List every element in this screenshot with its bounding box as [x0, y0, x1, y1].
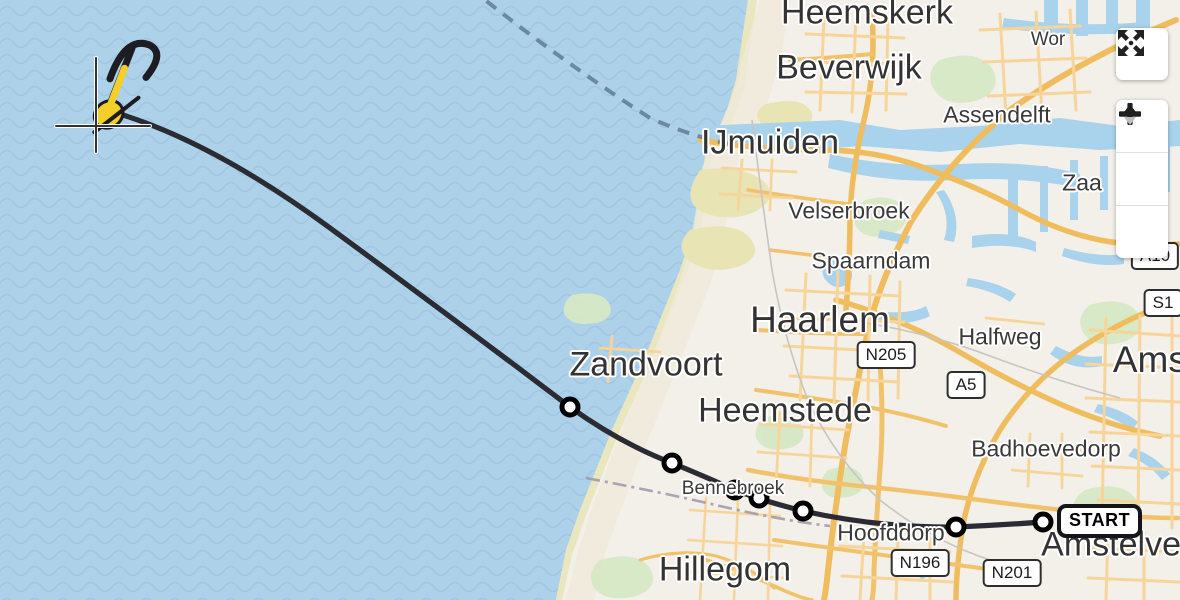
zoom-control-group[interactable] — [1116, 100, 1168, 258]
road-shield: A5 — [946, 371, 986, 399]
map-basemap — [0, 0, 1180, 600]
compass-triangles-icon — [1122, 104, 1138, 125]
road-shield: N201 — [982, 559, 1042, 587]
road-shield: S1 — [1143, 289, 1180, 317]
map-canvas[interactable]: Heemskerk Wor Beverwijk Assendelft IJmuiden Z… — [0, 0, 1180, 600]
flight-waypoint — [1032, 511, 1054, 533]
flight-waypoint — [661, 452, 683, 474]
road-shield: N196 — [890, 549, 950, 577]
start-badge: START — [1057, 504, 1143, 538]
flight-waypoint — [724, 479, 746, 501]
fullscreen-button[interactable] — [1116, 28, 1168, 80]
flight-waypoint — [748, 487, 770, 509]
fullscreen-arrows-icon — [1118, 30, 1144, 56]
road-shield: N205 — [856, 341, 916, 369]
fullscreen-control[interactable] — [1116, 28, 1168, 80]
flight-waypoint — [559, 396, 581, 418]
zoom-out-button[interactable] — [1116, 111, 1168, 205]
flight-waypoint — [792, 500, 814, 522]
flight-waypoint — [945, 516, 967, 538]
compass-rotate-button[interactable] — [1116, 104, 1168, 258]
